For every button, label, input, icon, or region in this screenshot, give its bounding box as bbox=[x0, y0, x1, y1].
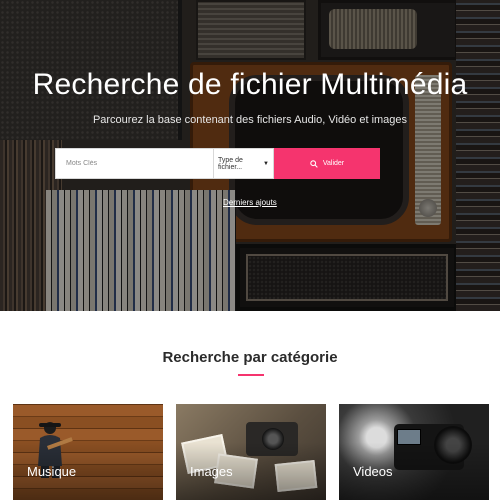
file-type-select[interactable]: Type de fichier... ▼ bbox=[213, 148, 274, 179]
search-form: Type de fichier... ▼ Valider bbox=[55, 148, 380, 179]
recent-additions-link[interactable]: Derniers ajouts bbox=[223, 198, 277, 207]
file-type-select-value: Type de fichier... bbox=[218, 156, 243, 171]
chevron-down-icon: ▼ bbox=[263, 160, 269, 167]
category-card-videos[interactable]: Videos bbox=[339, 404, 489, 500]
category-card-images[interactable]: Images bbox=[176, 404, 326, 500]
hero-banner: Recherche de fichier Multimédia Parcoure… bbox=[0, 0, 500, 311]
category-label-music: Musique bbox=[27, 464, 77, 479]
category-label-images: Images bbox=[190, 464, 233, 479]
category-card-music[interactable]: Musique bbox=[13, 404, 163, 500]
search-icon bbox=[310, 159, 318, 168]
hero-subtitle: Parcourez la base contenant des fichiers… bbox=[92, 114, 408, 126]
category-label-videos: Videos bbox=[353, 464, 393, 479]
submit-button[interactable]: Valider bbox=[274, 148, 380, 179]
hero-title: Recherche de fichier Multimédia bbox=[32, 68, 468, 101]
category-cards: Musique Images Videos bbox=[13, 404, 489, 500]
title-underline bbox=[238, 374, 264, 376]
category-section-title: Recherche par catégorie bbox=[162, 349, 338, 366]
search-input[interactable] bbox=[55, 148, 213, 179]
submit-button-label: Valider bbox=[322, 160, 345, 167]
